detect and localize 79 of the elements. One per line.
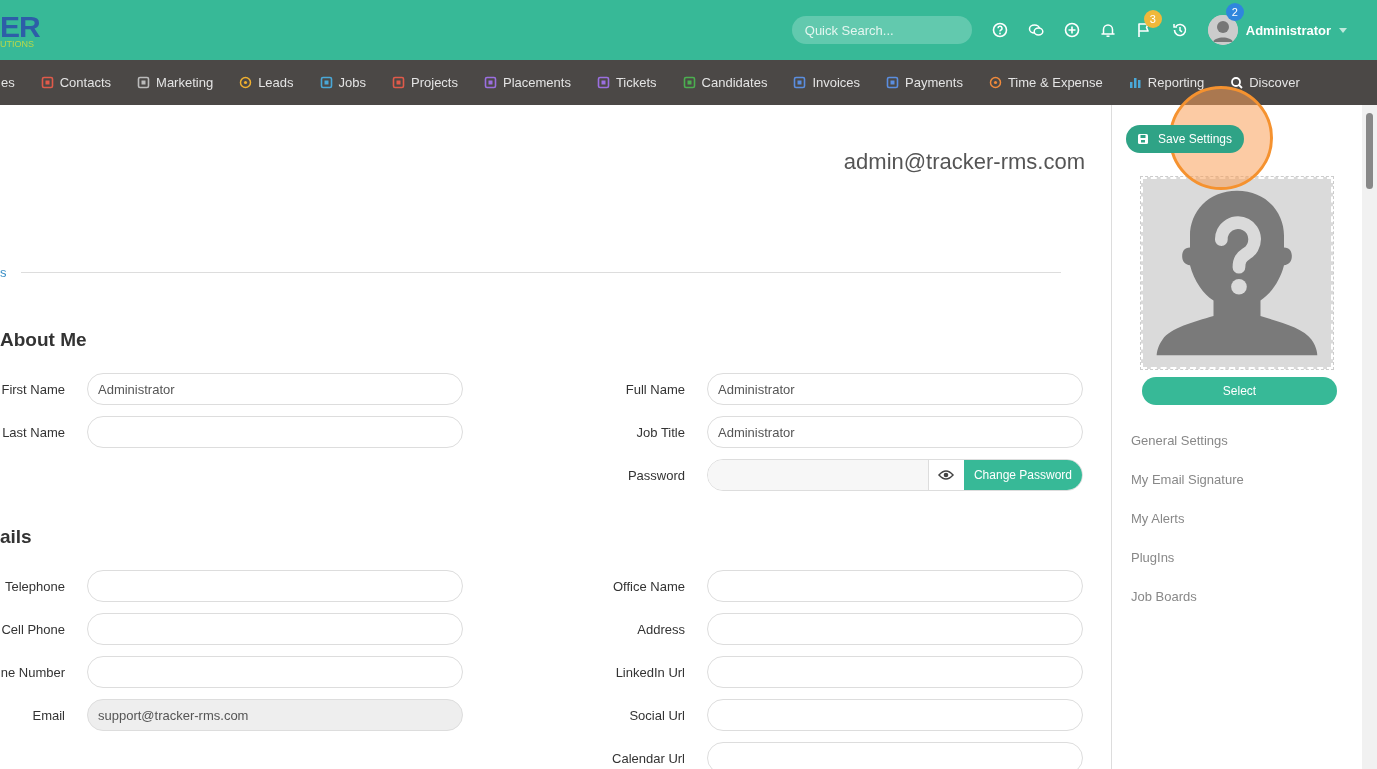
text-field[interactable]: Administrator: [707, 416, 1083, 448]
nav-item[interactable]: es: [1, 75, 15, 90]
text-field[interactable]: support@tracker-rms.com: [87, 699, 463, 731]
nav-item[interactable]: Contacts: [40, 75, 112, 90]
text-field[interactable]: Administrator: [87, 373, 463, 405]
text-field[interactable]: [87, 570, 463, 602]
profile-silhouette-icon: [1141, 177, 1333, 369]
scrollbar-thumb[interactable]: [1366, 113, 1373, 189]
section-title: ails: [0, 525, 33, 549]
nav-item[interactable]: Tickets: [596, 75, 657, 90]
nav-item[interactable]: Placements: [484, 75, 571, 90]
add-icon[interactable]: [1063, 22, 1080, 38]
settings-menu-item[interactable]: PlugIns: [1131, 550, 1362, 565]
text-field[interactable]: [87, 416, 463, 448]
search-icon: [1230, 76, 1244, 89]
help-icon[interactable]: [991, 22, 1008, 38]
field-label: Last Name: [1, 424, 65, 440]
notification-badge: 3: [1143, 10, 1162, 28]
history-icon[interactable]: [1171, 22, 1188, 38]
section-link[interactable]: s: [0, 265, 7, 280]
notification-badge: 2: [1225, 3, 1244, 21]
field-label: Password: [626, 467, 685, 483]
nav-item[interactable]: Payments: [886, 75, 963, 90]
flag-icon[interactable]: [1135, 22, 1152, 38]
text-field[interactable]: [87, 613, 463, 645]
settings-menu-item[interactable]: General Settings: [1131, 433, 1362, 448]
field-label: Job Title: [635, 424, 685, 440]
field-label: Telephone: [4, 578, 65, 594]
eye-icon: [938, 469, 955, 481]
field-label: Social Url: [628, 707, 685, 723]
text-field[interactable]: [707, 656, 1083, 688]
bell-icon[interactable]: [1099, 22, 1116, 38]
nav-icon: [988, 76, 1002, 89]
field-label: LinkedIn Url: [614, 664, 685, 680]
search-field[interactable]: Quick Search...: [791, 16, 972, 44]
nav-icon: [239, 76, 253, 89]
settings-menu-item[interactable]: My Email Signature: [1131, 472, 1362, 487]
text-field[interactable]: [707, 699, 1083, 731]
logo-tagline: UTIONS: [0, 39, 35, 49]
field-label: Address: [636, 621, 685, 637]
field-label: Calendar Url: [611, 750, 685, 766]
nav-item[interactable]: Discover: [1230, 75, 1300, 90]
nav-icon: [1128, 76, 1142, 89]
text-field[interactable]: [87, 656, 463, 688]
text-field[interactable]: [707, 570, 1083, 602]
nav-icon: [596, 76, 610, 89]
field-label: Office Name: [612, 578, 685, 594]
field-label: Full Name: [624, 381, 685, 397]
nav-icon: [886, 76, 900, 89]
nav-item[interactable]: Marketing: [137, 75, 214, 90]
nav-icon: [137, 76, 151, 89]
nav-item[interactable]: Leads: [239, 75, 294, 90]
nav-icon: [40, 76, 54, 89]
settings-menu-item[interactable]: Job Boards: [1131, 589, 1362, 604]
section-title: About Me: [0, 328, 88, 352]
field-label: ne Number: [0, 664, 65, 680]
nav-item[interactable]: Jobs: [319, 75, 366, 90]
logo-text: ER: [0, 11, 40, 42]
nav-item[interactable]: Candidates: [682, 75, 768, 90]
nav-item[interactable]: Projects: [392, 75, 458, 90]
text-field[interactable]: Administrator: [707, 373, 1083, 405]
nav-item[interactable]: Invoices: [793, 75, 861, 90]
caret-icon[interactable]: [1339, 27, 1347, 33]
nav-item[interactable]: Reporting: [1128, 75, 1205, 90]
text-field[interactable]: [707, 742, 1083, 769]
field-label: First Name: [0, 381, 65, 397]
nav-icon: [319, 76, 333, 89]
avatar-icon[interactable]: [1207, 15, 1238, 45]
chat-icon[interactable]: [1027, 22, 1044, 38]
account-email: admin@tracker-rms.com: [842, 148, 1086, 171]
nav-icon: [793, 76, 807, 89]
text-field[interactable]: [707, 613, 1083, 645]
nav-icon: [682, 76, 696, 89]
nav-icon: [484, 76, 497, 89]
nav-icon: [392, 76, 405, 89]
settings-menu-item[interactable]: My Alerts: [1131, 511, 1362, 526]
field-label: Email: [31, 707, 65, 723]
field-label: Cell Phone: [0, 621, 65, 637]
nav-item[interactable]: Time & Expense: [988, 75, 1103, 90]
